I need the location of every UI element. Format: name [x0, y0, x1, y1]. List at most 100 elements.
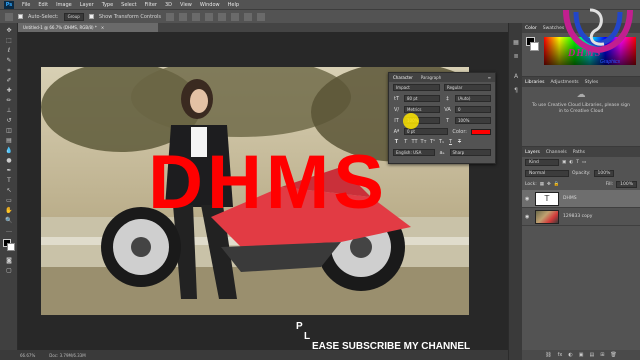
eraser-tool-icon[interactable]: ◫ [5, 127, 13, 134]
kerning-field[interactable]: Metrics [404, 106, 440, 113]
background-color-swatch[interactable] [7, 243, 15, 251]
dodge-tool-icon[interactable]: ● [5, 157, 13, 164]
delete-layer-icon[interactable]: 🗑 [610, 352, 616, 358]
transform-controls-checkbox[interactable] [88, 14, 94, 19]
leading-field[interactable]: (Auto) [455, 95, 491, 102]
menu-3d[interactable]: 3D [165, 2, 172, 8]
layer-row-dhms[interactable]: ◉ T DHMS [522, 190, 640, 208]
move-tool-icon[interactable]: ✥ [5, 27, 13, 34]
tracking-field[interactable]: 0 [455, 106, 491, 113]
visibility-eye-icon[interactable]: ◉ [525, 214, 531, 220]
strikethrough-icon[interactable]: T [456, 139, 463, 145]
subscript-icon[interactable]: T₁ [438, 139, 445, 145]
tab-layers[interactable]: Layers [525, 150, 540, 155]
gradient-tool-icon[interactable]: ▤ [5, 137, 13, 144]
menu-type[interactable]: Type [102, 2, 113, 8]
pen-tool-icon[interactable]: ✒ [5, 167, 13, 174]
layer-style-icon[interactable]: fx [558, 352, 563, 358]
shape-tool-icon[interactable]: ▭ [5, 197, 13, 204]
lock-pixels-icon[interactable]: ▦ [540, 182, 544, 187]
color-spectrum[interactable] [544, 37, 636, 65]
align-right-icon[interactable] [231, 12, 240, 21]
zoom-tool-icon[interactable]: 🔍 [5, 217, 13, 224]
underline-icon[interactable]: T [447, 139, 454, 145]
font-size-field[interactable]: 80 pt [404, 95, 440, 102]
properties-panel-icon[interactable]: ≣ [512, 53, 520, 61]
menu-help[interactable]: Help [228, 2, 239, 8]
healing-tool-icon[interactable]: ✚ [5, 87, 13, 94]
crop-tool-icon[interactable]: ⌗ [5, 67, 13, 74]
menu-view[interactable]: View [180, 2, 192, 8]
tab-character[interactable]: Character [393, 75, 413, 80]
auto-select-checkbox[interactable] [18, 14, 23, 19]
quick-select-tool-icon[interactable]: ✎ [5, 57, 13, 64]
tab-color[interactable]: Color [525, 26, 537, 31]
marquee-tool-icon[interactable]: ⬚ [5, 37, 13, 44]
layer-row-photo[interactable]: ◉ 129833 copy [522, 208, 640, 226]
fill-field[interactable]: 100% [616, 181, 637, 188]
small-caps-icon[interactable]: Tт [420, 139, 427, 145]
align-top-icon[interactable] [166, 12, 175, 21]
auto-select-dropdown[interactable]: Group [63, 12, 84, 21]
tab-adjustments[interactable]: Adjustments [550, 80, 578, 85]
horizontal-scale-field[interactable]: 100% [455, 117, 491, 124]
move-tool-icon[interactable] [5, 12, 13, 21]
faux-bold-icon[interactable]: T [393, 139, 400, 145]
document-tab[interactable]: Untitled-1 @ 66.7% (DHMS, RGB/8) * × [18, 23, 158, 32]
blend-mode-select[interactable]: Normal [525, 170, 569, 177]
3d-mode-icon[interactable] [257, 12, 266, 21]
align-bottom-icon[interactable] [192, 12, 201, 21]
tab-paths[interactable]: Paths [573, 150, 585, 155]
path-select-tool-icon[interactable]: ↖ [5, 187, 13, 194]
menu-edit[interactable]: Edit [38, 2, 48, 8]
filter-pixel-icon[interactable]: ▣ [562, 160, 566, 165]
lasso-tool-icon[interactable]: ℓ [5, 47, 13, 54]
background-color-chip[interactable] [530, 42, 539, 51]
faux-italic-icon[interactable]: T [402, 139, 409, 145]
tab-libraries[interactable]: Libraries [525, 80, 544, 85]
new-group-icon[interactable]: ▤ [589, 352, 594, 358]
stamp-tool-icon[interactable]: ⊥ [5, 107, 13, 114]
menu-filter[interactable]: Filter [145, 2, 157, 8]
close-icon[interactable]: × [101, 25, 104, 30]
link-layers-icon[interactable]: ⛓ [545, 352, 551, 358]
lock-position-icon[interactable]: ✥ [547, 182, 551, 187]
hand-tool-icon[interactable]: ✋ [5, 207, 13, 214]
brush-tool-icon[interactable]: ✏ [5, 97, 13, 104]
layer-filter-kind[interactable]: Kind [525, 159, 559, 166]
new-layer-icon[interactable]: ⊞ [600, 352, 604, 358]
visibility-eye-icon[interactable]: ◉ [525, 196, 531, 202]
type-tool-icon[interactable]: T [5, 177, 13, 184]
font-style-select[interactable]: Regular [444, 84, 491, 91]
menu-window[interactable]: Window [200, 2, 220, 8]
tab-swatches[interactable]: Swatches [543, 26, 565, 31]
all-caps-icon[interactable]: TT [411, 139, 418, 145]
tab-paragraph[interactable]: Paragraph [421, 75, 442, 80]
more-tools-icon[interactable]: … [5, 227, 13, 234]
text-color-swatch[interactable] [471, 128, 491, 135]
zoom-level[interactable]: 66.67% [20, 353, 35, 358]
panel-menu-icon[interactable]: ≡ [488, 75, 491, 80]
history-brush-tool-icon[interactable]: ↺ [5, 117, 13, 124]
menu-file[interactable]: File [22, 2, 30, 8]
filter-adjust-icon[interactable]: ◐ [569, 160, 573, 165]
character-panel-icon[interactable]: A [512, 73, 520, 81]
lock-all-icon[interactable]: 🔒 [554, 182, 560, 187]
align-middle-icon[interactable] [179, 12, 188, 21]
tab-channels[interactable]: Channels [546, 150, 567, 155]
distribute-icon[interactable] [244, 12, 253, 21]
opacity-field[interactable]: 100% [593, 170, 615, 177]
antialias-select[interactable]: Sharp [449, 149, 491, 156]
adjustment-layer-icon[interactable]: ◐ [568, 352, 572, 358]
menu-select[interactable]: Select [121, 2, 136, 8]
quick-mask-icon[interactable]: ◙ [5, 257, 13, 264]
menu-image[interactable]: Image [56, 2, 72, 8]
filter-type-icon[interactable]: T [576, 160, 579, 165]
eyedropper-tool-icon[interactable]: ✐ [5, 77, 13, 84]
paragraph-panel-icon[interactable]: ¶ [512, 87, 520, 95]
align-left-icon[interactable] [205, 12, 214, 21]
superscript-icon[interactable]: T¹ [429, 139, 436, 145]
history-panel-icon[interactable]: ▦ [512, 39, 520, 47]
font-family-select[interactable]: Impact [393, 84, 440, 91]
tab-styles[interactable]: Styles [585, 80, 599, 85]
